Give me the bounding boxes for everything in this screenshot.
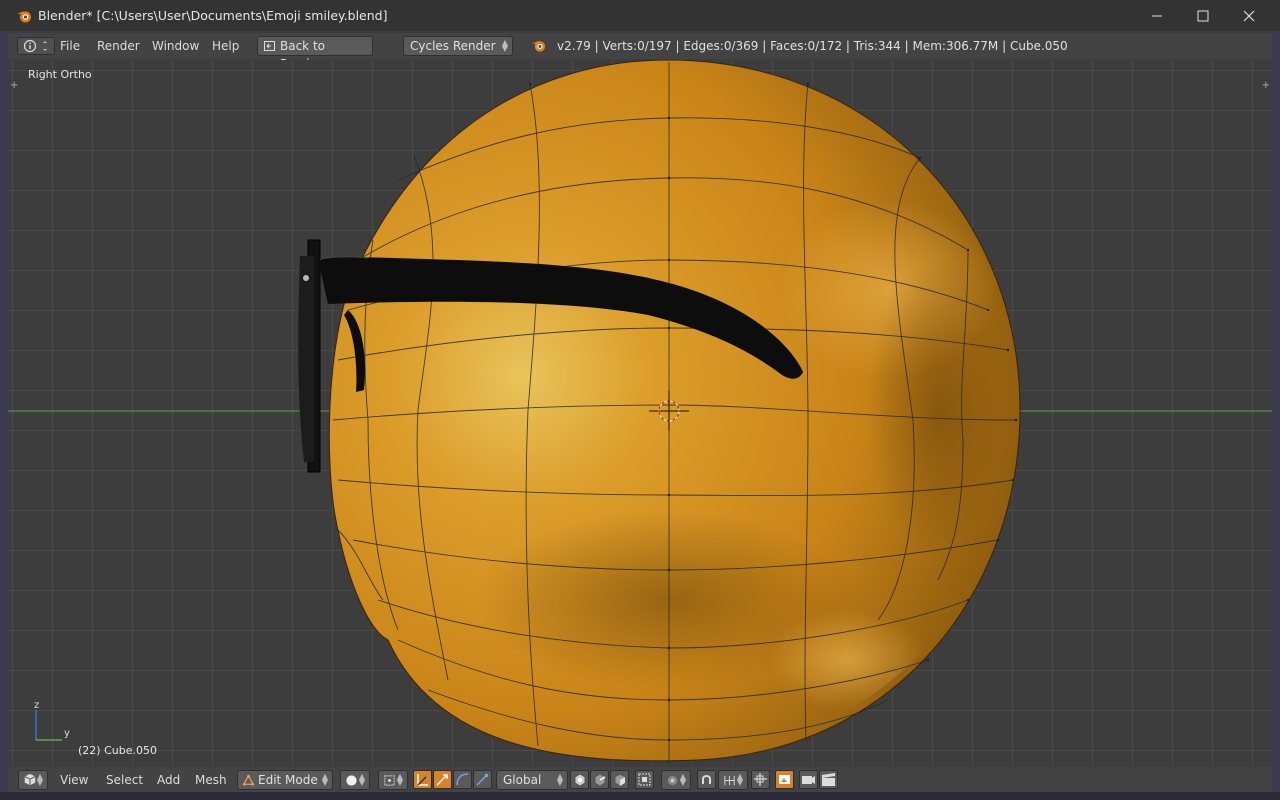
pivot-point-dropdown[interactable]: ▲ ▼ bbox=[378, 770, 408, 790]
occlude-icon bbox=[638, 773, 651, 786]
face-select-icon bbox=[614, 773, 626, 787]
edit-mode-icon bbox=[242, 774, 255, 786]
taskbar-edge bbox=[0, 792, 1280, 800]
manipulator-toggle-button[interactable] bbox=[413, 770, 432, 789]
magnet-icon bbox=[702, 775, 711, 784]
maximize-icon bbox=[1197, 10, 1209, 21]
minimize-button[interactable] bbox=[1134, 0, 1180, 31]
arrow-icon bbox=[436, 774, 448, 786]
info-header: File Render Window Help Back to Previous… bbox=[8, 33, 1272, 71]
menu-select[interactable]: Select bbox=[106, 773, 143, 787]
vertex-select-icon bbox=[574, 773, 586, 787]
menu-view[interactable]: View bbox=[60, 773, 88, 787]
edge-select-button[interactable] bbox=[590, 770, 609, 789]
render-animation-button[interactable] bbox=[819, 770, 838, 789]
proportional-icon bbox=[667, 775, 678, 786]
blender-logo-icon bbox=[531, 40, 546, 52]
snap-increment-icon bbox=[724, 775, 735, 786]
viewport-shading-dropdown[interactable]: ▲ ▼ bbox=[340, 770, 370, 790]
render-engine-dropdown[interactable]: Cycles Render ▲ ▼ bbox=[403, 36, 513, 56]
dropdown-arrows-icon: ▲ ▼ bbox=[396, 772, 403, 787]
title-bar: Blender* [C:\Users\User\Documents\Emoji … bbox=[0, 0, 1280, 31]
snap-target-icon bbox=[754, 773, 767, 786]
back-to-previous-button[interactable]: Back to Previous bbox=[257, 36, 373, 71]
menu-file[interactable]: File bbox=[60, 39, 80, 53]
transform-orientation-dropdown[interactable]: Global ▲ ▼ bbox=[496, 770, 568, 790]
proportional-editing-dropdown[interactable]: ▲ ▼ bbox=[661, 770, 691, 790]
dropdown-arrows-icon: ▲ ▼ bbox=[556, 772, 563, 787]
manipulator-icon bbox=[417, 774, 428, 786]
snap-toggle-button[interactable] bbox=[697, 770, 716, 789]
clapperboard-icon bbox=[822, 773, 835, 786]
dropdown-arrows-icon: ▲ ▼ bbox=[501, 38, 508, 53]
menu-mesh[interactable]: Mesh bbox=[195, 773, 227, 787]
camera-icon bbox=[802, 776, 815, 784]
rotate-manipulator-button[interactable] bbox=[453, 770, 472, 789]
dropdown-arrows-icon: ▲ ▼ bbox=[321, 772, 328, 787]
axis-z-label: z bbox=[34, 700, 40, 711]
menu-add[interactable]: Add bbox=[157, 773, 180, 787]
back-arrow-icon bbox=[264, 41, 275, 51]
solid-shading-icon bbox=[346, 775, 357, 786]
axis-gizmo bbox=[35, 710, 62, 741]
scale-icon bbox=[476, 774, 488, 786]
menu-render[interactable]: Render bbox=[97, 39, 140, 53]
translate-manipulator-button[interactable] bbox=[433, 770, 452, 789]
3d-view-icon bbox=[24, 773, 36, 786]
viewport-scene[interactable] bbox=[8, 60, 1272, 766]
render-engine-value: Cycles Render bbox=[410, 39, 496, 53]
window-title: Blender* [C:\Users\User\Documents\Emoji … bbox=[38, 8, 388, 23]
editor-type-selector[interactable] bbox=[17, 37, 55, 55]
dropdown-arrows-icon: ▲ ▼ bbox=[679, 772, 686, 787]
mode-value: Edit Mode bbox=[258, 773, 318, 787]
opengl-render-button[interactable] bbox=[775, 770, 794, 789]
dropdown-arrows-icon: ▲ ▼ bbox=[358, 772, 365, 787]
close-button[interactable] bbox=[1226, 0, 1272, 31]
blender-logo-icon bbox=[17, 11, 31, 23]
dropdown-arrows-icon: ▲ ▼ bbox=[36, 772, 43, 787]
scene-statistics: v2.79 | Verts:0/197 | Edges:0/369 | Face… bbox=[557, 39, 1068, 53]
rotate-icon bbox=[456, 773, 469, 786]
snap-target-button[interactable] bbox=[751, 770, 770, 789]
active-object-label: (22) Cube.050 bbox=[78, 744, 157, 757]
blender-window: Blender* [C:\Users\User\Documents\Emoji … bbox=[0, 0, 1280, 800]
view3d-header: ▲ ▼ View Select Add Mesh Edit Mode ▲ ▼ ▲ ▼ … bbox=[8, 767, 1272, 792]
editor-type-3dview-selector[interactable]: ▲ ▼ bbox=[18, 770, 48, 790]
face-select-button[interactable] bbox=[610, 770, 629, 789]
minimize-icon bbox=[1152, 15, 1162, 16]
pivot-icon bbox=[384, 775, 395, 786]
maximize-button[interactable] bbox=[1180, 0, 1226, 31]
mode-dropdown[interactable]: Edit Mode ▲ ▼ bbox=[237, 770, 333, 790]
menu-help[interactable]: Help bbox=[212, 39, 239, 53]
axis-y-label: y bbox=[64, 728, 70, 739]
toolshelf-toggle-icon[interactable]: + bbox=[10, 80, 18, 91]
snap-element-dropdown[interactable]: ▲ ▼ bbox=[718, 770, 748, 790]
occlude-geometry-button[interactable] bbox=[635, 770, 654, 789]
view-label: Right Ortho bbox=[28, 68, 92, 81]
scale-manipulator-button[interactable] bbox=[473, 770, 492, 789]
dropdown-arrows-icon: ▲ ▼ bbox=[736, 772, 743, 787]
orientation-value: Global bbox=[503, 773, 542, 787]
menu-window[interactable]: Window bbox=[152, 39, 199, 53]
render-still-button[interactable] bbox=[799, 770, 818, 789]
edge-select-icon bbox=[594, 773, 606, 787]
vertex-select-button[interactable] bbox=[570, 770, 589, 789]
3d-viewport[interactable]: Right Ortho + + z y (22) Cube.050 bbox=[8, 60, 1272, 766]
info-icon bbox=[23, 39, 47, 53]
smiley-ball-mesh[interactable] bbox=[328, 60, 1021, 764]
properties-toggle-icon[interactable]: + bbox=[1262, 80, 1270, 91]
close-icon bbox=[1243, 10, 1255, 21]
render-image-icon bbox=[779, 775, 790, 784]
